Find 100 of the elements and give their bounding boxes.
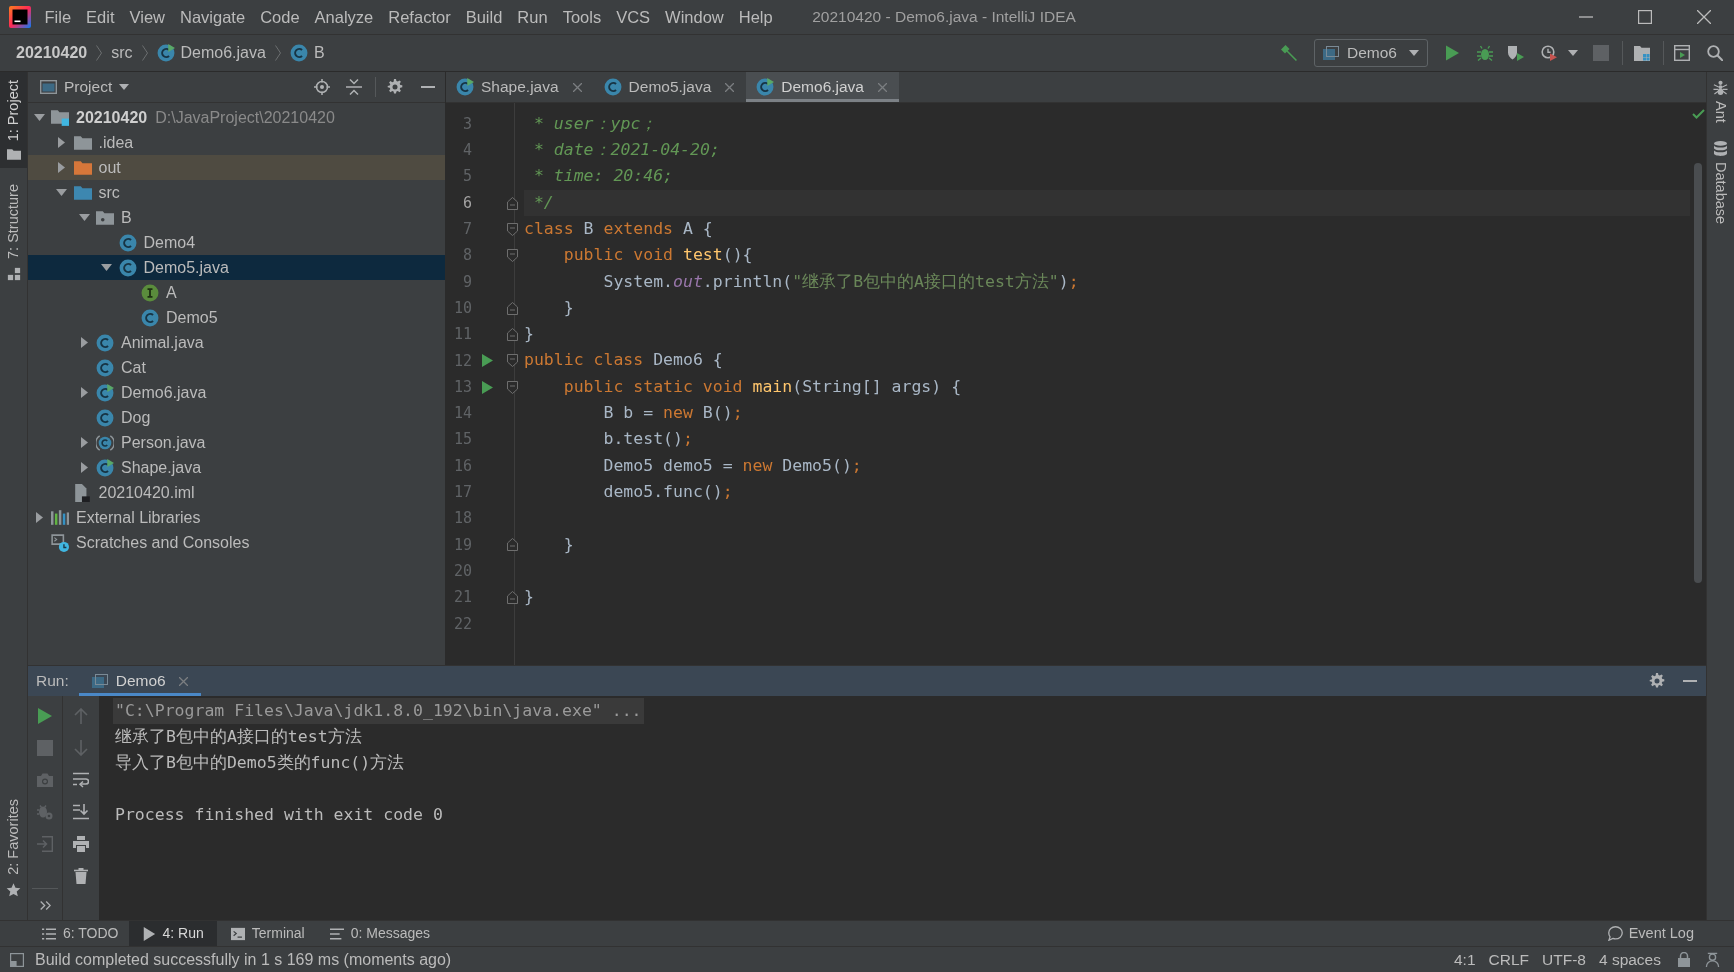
- close-icon[interactable]: [1697, 10, 1711, 24]
- lock-icon[interactable]: [1678, 952, 1690, 967]
- tool-tab[interactable]: 6: TODO: [34, 921, 127, 946]
- tree-item[interactable]: Demo6.java: [28, 380, 445, 405]
- tree-item[interactable]: .idea: [28, 130, 445, 155]
- fold-marker-icon[interactable]: [506, 249, 518, 263]
- search-icon[interactable]: [1707, 45, 1723, 61]
- caret-right-icon[interactable]: [80, 437, 88, 448]
- view-dropdown[interactable]: Project: [40, 75, 130, 99]
- crosshair-icon[interactable]: [314, 79, 330, 95]
- caret-down-icon[interactable]: [1568, 50, 1578, 56]
- double-chevron-icon[interactable]: [39, 901, 51, 910]
- editor-tab[interactable]: Demo5.java: [593, 72, 747, 102]
- tree-item[interactable]: Demo4: [28, 230, 445, 255]
- panel-toggle-icon[interactable]: [10, 952, 24, 967]
- coverage-icon[interactable]: [1508, 45, 1524, 61]
- close-icon[interactable]: [178, 676, 188, 686]
- status-item[interactable]: UTF-8: [1542, 947, 1586, 972]
- run-icon[interactable]: [481, 380, 493, 394]
- caret-right-icon[interactable]: [58, 162, 65, 173]
- fold-marker-icon[interactable]: [506, 591, 518, 604]
- tool-tab[interactable]: Terminal: [222, 921, 313, 946]
- tree-item[interactable]: Demo5: [28, 305, 445, 330]
- tree-item[interactable]: src: [28, 180, 445, 205]
- tool-window-tab[interactable]: 7: Structure: [0, 176, 27, 290]
- caret-right-icon[interactable]: [58, 137, 65, 148]
- editor-tab[interactable]: Shape.java: [446, 72, 594, 102]
- scrollbar-thumb[interactable]: [1694, 163, 1702, 583]
- status-item[interactable]: 4 spaces: [1598, 947, 1661, 972]
- tree-item[interactable]: Cat: [28, 355, 445, 380]
- debug-icon[interactable]: [1477, 45, 1493, 61]
- fold-marker-icon[interactable]: [506, 538, 518, 552]
- tree-item[interactable]: Scratches and Consoles: [28, 530, 445, 555]
- menu-item[interactable]: View: [122, 2, 173, 32]
- event-log-button[interactable]: Event Log: [1607, 922, 1694, 945]
- tree-item[interactable]: Animal.java: [28, 330, 445, 355]
- caret-right-icon[interactable]: [80, 462, 88, 473]
- tree-item[interactable]: External Libraries: [28, 505, 445, 530]
- trash-icon[interactable]: [73, 868, 89, 884]
- breadcrumb-item[interactable]: src: [111, 41, 133, 65]
- caret-right-icon[interactable]: [80, 337, 88, 348]
- run-configuration-dropdown[interactable]: Demo6: [1314, 39, 1428, 67]
- status-item[interactable]: 4:1: [1454, 947, 1476, 972]
- soft-wrap-icon[interactable]: [73, 772, 89, 788]
- menu-item[interactable]: Analyze: [307, 2, 381, 32]
- rerun-icon[interactable]: [37, 708, 53, 724]
- print-icon[interactable]: [73, 836, 89, 852]
- tool-window-tab[interactable]: Database: [1713, 140, 1728, 224]
- breadcrumb-item[interactable]: 20210420: [16, 41, 88, 65]
- breadcrumb-item[interactable]: Demo6.java: [156, 41, 266, 65]
- tool-window-tab[interactable]: 2: Favorites: [0, 791, 27, 906]
- caret-right-icon[interactable]: [35, 512, 43, 523]
- tool-tab[interactable]: 4: Run: [128, 921, 217, 946]
- menu-item[interactable]: Code: [252, 2, 308, 32]
- tree-item[interactable]: A: [28, 280, 445, 305]
- tree-item[interactable]: Demo5.java: [28, 255, 445, 280]
- inspector-icon[interactable]: [1705, 952, 1720, 967]
- hammer-icon[interactable]: [1280, 44, 1298, 62]
- menu-item[interactable]: Tools: [555, 2, 609, 32]
- settings-icon[interactable]: [1649, 673, 1665, 689]
- tree-item[interactable]: B: [28, 205, 445, 230]
- tool-window-tab[interactable]: 1: Project: [0, 72, 27, 169]
- fold-marker-icon[interactable]: [506, 196, 518, 210]
- menu-item[interactable]: Edit: [78, 2, 123, 32]
- menu-item[interactable]: Window: [657, 2, 732, 32]
- maximize-icon[interactable]: [1638, 10, 1652, 24]
- close-icon[interactable]: [725, 82, 735, 92]
- breadcrumb-item[interactable]: B: [289, 41, 325, 65]
- project-structure-icon[interactable]: [1634, 45, 1650, 61]
- fold-marker-icon[interactable]: [506, 222, 518, 236]
- fold-marker-icon[interactable]: [506, 301, 518, 315]
- run-icon[interactable]: [1444, 45, 1460, 61]
- editor-tab[interactable]: Demo6.java: [746, 72, 899, 102]
- caret-right-icon[interactable]: [80, 387, 88, 398]
- profiler-icon[interactable]: [1541, 45, 1557, 61]
- tool-tab[interactable]: 0: Messages: [321, 921, 439, 946]
- fold-marker-icon[interactable]: [506, 380, 518, 394]
- settings-icon[interactable]: [387, 79, 403, 95]
- tool-window-tab[interactable]: Ant: [1713, 80, 1728, 123]
- caret-down-icon[interactable]: [101, 264, 112, 271]
- status-item[interactable]: CRLF: [1488, 947, 1530, 972]
- menu-item[interactable]: VCS: [608, 2, 658, 32]
- menu-item[interactable]: Build: [458, 2, 510, 32]
- collapse-all-icon[interactable]: [346, 79, 362, 95]
- fold-marker-icon[interactable]: [506, 354, 518, 368]
- caret-down-icon[interactable]: [78, 214, 90, 221]
- fold-marker-icon[interactable]: [506, 328, 518, 341]
- menu-item[interactable]: File: [37, 2, 79, 32]
- caret-down-icon[interactable]: [56, 189, 67, 196]
- caret-down-icon[interactable]: [33, 114, 45, 121]
- scroll-to-end-icon[interactable]: [73, 804, 89, 820]
- run-window-icon[interactable]: [1674, 45, 1690, 61]
- tree-item[interactable]: Shape.java: [28, 455, 445, 480]
- tree-item[interactable]: out: [28, 155, 445, 180]
- menu-item[interactable]: Refactor: [380, 2, 459, 32]
- tree-item[interactable]: Person.java: [28, 430, 445, 455]
- run-icon[interactable]: [481, 354, 493, 368]
- close-icon[interactable]: [572, 82, 582, 92]
- menu-item[interactable]: Help: [731, 2, 781, 32]
- menu-item[interactable]: Navigate: [172, 2, 253, 32]
